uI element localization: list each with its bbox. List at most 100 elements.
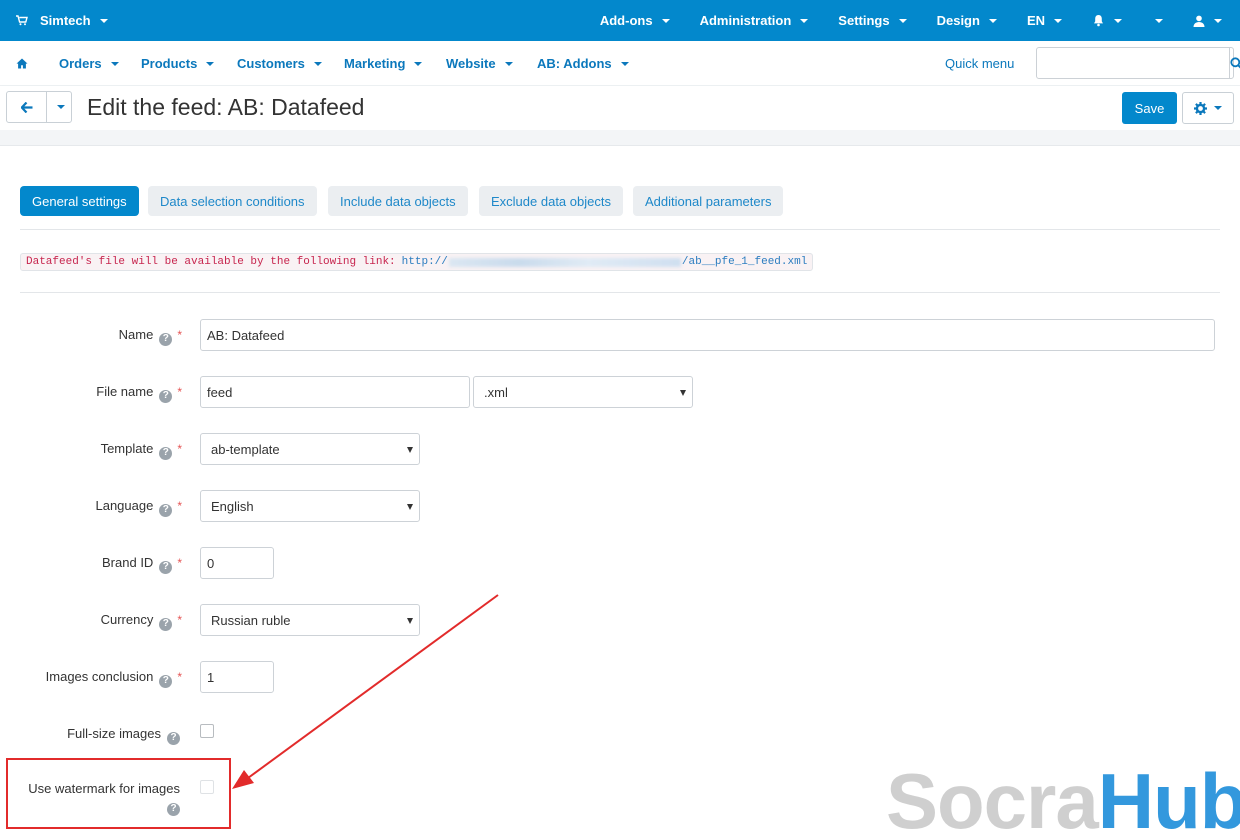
chevron-down-icon [800,18,809,23]
fullsize-images-checkbox[interactable] [200,724,214,738]
chevron-down-icon [898,18,907,23]
help-icon[interactable]: ? [159,503,173,517]
menu-settings[interactable]: Settings [823,0,921,41]
user-icon [1193,15,1205,27]
chevron-down-icon [110,61,119,66]
menu-addons[interactable]: Add-ons [585,0,685,41]
back-button[interactable] [7,92,47,122]
notifications-button[interactable] [1077,0,1137,41]
chevron-down-icon [313,61,322,66]
help-icon[interactable]: ? [159,674,173,688]
label-text: Images conclusion [45,669,154,684]
chevron-down-icon [988,18,997,23]
chevron-down-icon [661,18,670,23]
top-bar: Simtech Add-ons Administration Settings … [0,0,1240,41]
help-icon[interactable]: ? [159,560,173,574]
nav-website[interactable]: Website [446,41,513,86]
search-button[interactable] [1229,48,1240,78]
menu-label: Settings [838,13,890,28]
feed-url-start: http:// [401,256,448,268]
select-value: English [211,498,254,514]
images-conclusion-input[interactable] [200,661,274,693]
nav-products[interactable]: Products [141,41,215,86]
language-select[interactable]: English [200,490,420,522]
back-dropdown[interactable] [47,92,71,122]
select-value: Russian ruble [211,612,291,628]
tab-data-selection-conditions[interactable]: Data selection conditions [148,186,317,216]
tab-additional-parameters[interactable]: Additional parameters [633,186,784,216]
fullsize-images-label: Full-size images? [67,726,180,745]
filename-input[interactable] [200,376,470,408]
search-input[interactable] [1037,48,1229,78]
tab-exclude-data-objects[interactable]: Exclude data objects [479,186,623,216]
help-icon[interactable]: ? [167,731,180,745]
images-conclusion-label: Images conclusion? * [46,669,182,688]
help-icon[interactable]: ? [159,389,173,403]
quick-menu-link[interactable]: Quick menu [945,41,1014,86]
required-mark: * [177,613,182,627]
help-icon[interactable]: ? [159,446,173,460]
highlight-box [6,758,231,829]
chevron-down-icon [1155,18,1163,23]
chevron-down-icon [414,61,423,66]
brand-id-label: Brand ID? * [102,555,182,574]
notice-text: Datafeed's file will be available by the… [26,256,396,268]
title-bar: Edit the feed: AB: Datafeed Save [0,86,1240,130]
help-icon[interactable]: ? [159,332,173,346]
select-arrow-icon [407,447,413,453]
store-switcher[interactable]: Simtech [16,0,108,41]
brand-id-input[interactable] [200,547,274,579]
nav-marketing[interactable]: Marketing [344,41,423,86]
chevron-down-icon [1214,106,1222,110]
label-text: Full-size images [67,726,161,741]
currency-select[interactable]: Russian ruble [200,604,420,636]
store-name: Simtech [40,13,91,28]
help-icon[interactable]: ? [159,617,173,631]
nav-label: Marketing [344,56,406,71]
tab-general-settings[interactable]: General settings [20,186,139,216]
menu-design[interactable]: Design [922,0,1012,41]
menu-label: Administration [699,13,792,28]
divider [20,229,1220,230]
nav-ab-addons[interactable]: AB: Addons [537,41,629,86]
menu-label: EN [1026,13,1045,28]
chevron-down-icon [1214,18,1222,23]
cart-icon [16,15,28,26]
file-extension-select[interactable]: .xml [473,376,693,408]
redacted-url [448,257,681,267]
required-mark: * [177,556,182,570]
back-button-group [6,91,72,123]
chevron-down-icon [206,61,215,66]
template-select[interactable]: ab-template [200,433,420,465]
menu-language[interactable]: EN [1012,0,1077,41]
filename-label: File name? * [96,384,182,403]
chevron-down-icon [1054,18,1062,23]
chevron-down-icon [620,61,629,66]
logo-part: Hub [1097,757,1240,840]
select-arrow-icon [680,390,686,396]
nav-orders[interactable]: Orders [59,41,119,86]
settings-dropdown-button[interactable] [1182,92,1234,124]
nav-customers[interactable]: Customers [237,41,322,86]
label-text: Name [118,327,154,342]
tab-include-data-objects[interactable]: Include data objects [328,186,468,216]
divider [20,292,1220,293]
home-icon [16,58,28,69]
required-mark: * [177,328,182,342]
nav-label: Products [141,56,198,71]
menu-administration[interactable]: Administration [685,0,824,41]
nav-label: AB: Addons [537,56,612,71]
label-text: File name [96,384,154,399]
extra-dropdown[interactable] [1137,0,1178,41]
gear-icon [1194,101,1207,115]
save-button[interactable]: Save [1122,92,1177,124]
home-link[interactable] [16,41,28,86]
page-title: Edit the feed: AB: Datafeed [87,94,365,120]
user-menu[interactable] [1178,0,1240,41]
content-top-strip [0,130,1240,146]
chevron-down-icon [99,18,108,23]
name-input[interactable] [200,319,1215,351]
bell-icon [1094,15,1103,27]
main-nav: Orders Products Customers Marketing Webs… [0,41,1240,86]
nav-label: Orders [59,56,102,71]
